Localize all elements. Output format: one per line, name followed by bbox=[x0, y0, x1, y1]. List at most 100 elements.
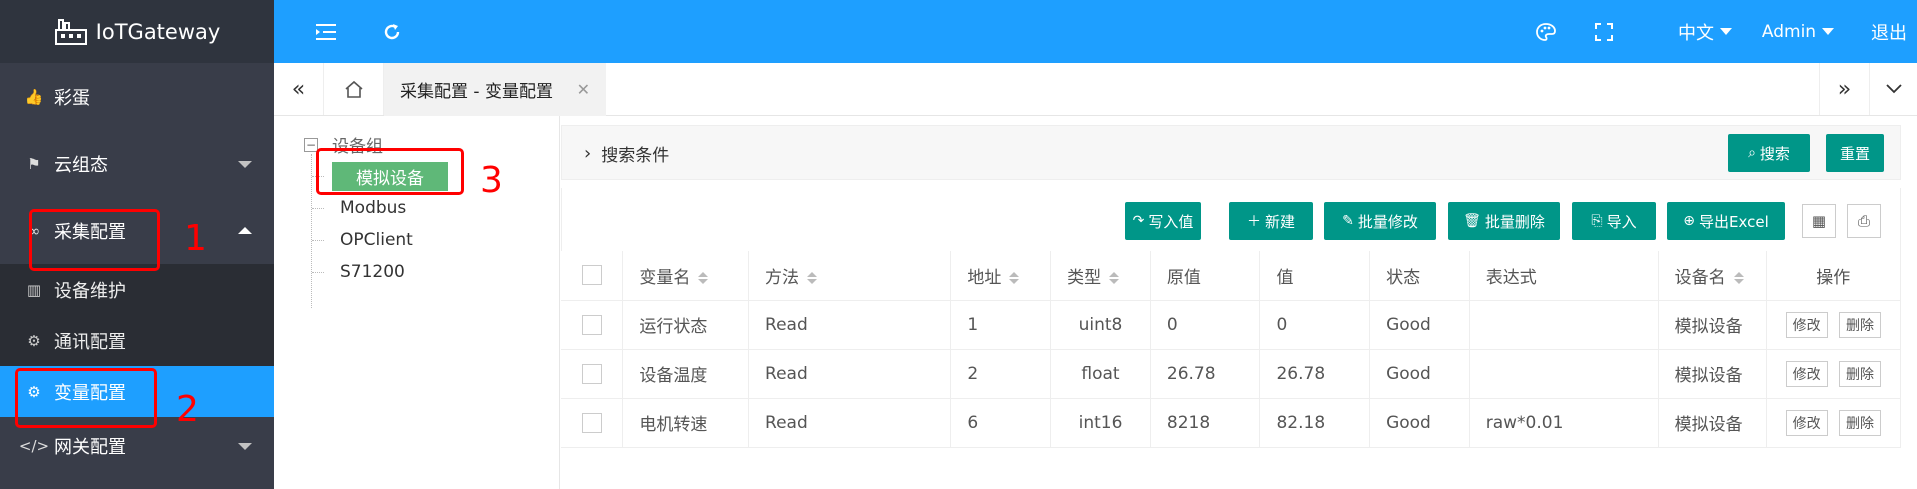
tabs-scroll-left-button[interactable]: « bbox=[274, 63, 324, 115]
theme-button[interactable] bbox=[1528, 0, 1564, 63]
table-row: 设备温度 Read 2 float 26.78 26.78 Good 模拟设备 … bbox=[561, 349, 1902, 399]
tree-node-opclient[interactable]: OPClient bbox=[312, 226, 413, 254]
column-header[interactable]: 变量名 bbox=[622, 251, 750, 301]
tab-label: 采集配置 - 变量配置 bbox=[400, 82, 553, 102]
table-cell: 82.18 bbox=[1259, 398, 1371, 448]
tree-node-modbus[interactable]: Modbus bbox=[312, 194, 406, 222]
sidebar-item-comm-config[interactable]: ⚙ 通讯配置 bbox=[0, 315, 274, 366]
tree-node-s71200[interactable]: S71200 bbox=[312, 258, 405, 286]
table-cell: 26.78 bbox=[1150, 349, 1261, 399]
table-cell: 模拟设备 bbox=[1658, 398, 1767, 448]
row-actions: 修改 删除 bbox=[1766, 349, 1902, 399]
sort-icon[interactable] bbox=[698, 271, 709, 284]
server-icon: ▥ bbox=[26, 280, 42, 299]
fullscreen-icon bbox=[1595, 22, 1613, 41]
sidebar-item-easter-egg[interactable]: 👍 彩蛋 bbox=[0, 63, 274, 130]
column-header: 操作 bbox=[1766, 251, 1902, 301]
search-button[interactable]: ⌕ 搜索 bbox=[1728, 134, 1810, 172]
tabs-menu-button[interactable] bbox=[1869, 63, 1917, 115]
row-checkbox[interactable] bbox=[581, 363, 602, 384]
row-select-cell[interactable] bbox=[561, 300, 624, 350]
tab-variable-config[interactable]: 采集配置 - 变量配置 ✕ bbox=[384, 63, 606, 116]
table-cell: float bbox=[1050, 349, 1151, 399]
tree-node-label: OPClient bbox=[340, 230, 413, 250]
row-checkbox[interactable] bbox=[581, 412, 602, 433]
edit-button[interactable]: 修改 bbox=[1785, 360, 1828, 387]
sidebar-item-device-maintenance[interactable]: ▥ 设备维护 bbox=[0, 264, 274, 315]
delete-button[interactable]: 删除 bbox=[1839, 311, 1881, 338]
sort-icon[interactable] bbox=[1109, 271, 1120, 284]
column-header-label: 表达式 bbox=[1485, 267, 1537, 288]
app-logo[interactable]: IoTGateway bbox=[0, 0, 274, 63]
batch-edit-label: 批量修改 bbox=[1357, 212, 1418, 231]
user-name: Admin bbox=[1761, 21, 1817, 42]
write-value-button[interactable]: ↷ 写入值 bbox=[1125, 202, 1201, 240]
tree-branch bbox=[312, 239, 324, 241]
delete-button[interactable]: 删除 bbox=[1839, 409, 1881, 436]
user-menu[interactable]: Admin bbox=[1754, 0, 1842, 63]
table-header-row: 变量名 方法 地址 类型 原值 值 状态 表达式 设备名 操作 bbox=[561, 251, 1902, 301]
column-header[interactable]: 方法 bbox=[748, 251, 952, 301]
export-excel-button[interactable]: ⊕ 导出Excel bbox=[1667, 202, 1785, 240]
batch-delete-button[interactable]: 🗑 批量删除 bbox=[1448, 202, 1560, 240]
tabs-scroll-right-button[interactable]: » bbox=[1819, 63, 1869, 115]
menu-toggle-button[interactable] bbox=[308, 0, 344, 63]
table-cell: Good bbox=[1369, 349, 1470, 399]
menu-indent-icon bbox=[316, 23, 336, 40]
import-label: 导入 bbox=[1606, 212, 1637, 231]
table-cell: 8218 bbox=[1150, 398, 1261, 448]
tree-node-label: S71200 bbox=[340, 262, 405, 282]
table-cell: 电机转速 bbox=[622, 398, 750, 448]
select-all-checkbox[interactable] bbox=[581, 265, 602, 286]
sort-icon[interactable] bbox=[1733, 271, 1744, 284]
column-header[interactable]: 设备名 bbox=[1658, 251, 1767, 301]
refresh-button[interactable] bbox=[374, 0, 410, 63]
sort-icon[interactable] bbox=[807, 271, 818, 284]
batch-edit-button[interactable]: ✎ 批量修改 bbox=[1324, 202, 1436, 240]
search-toggle[interactable]: › 搜索条件 bbox=[584, 126, 669, 181]
print-button[interactable]: ⎙ bbox=[1847, 204, 1881, 238]
language-select[interactable]: 中文 bbox=[1670, 0, 1740, 63]
chevron-up-icon bbox=[238, 226, 252, 234]
chevron-right-icon: › bbox=[584, 143, 592, 164]
app-root: IoTGateway 👍 彩蛋 ⚑ 云组态 ∞ 采集配置 ▥ 设备维护 ⚙ 通讯… bbox=[0, 0, 1917, 489]
sidebar-item-cloud-config[interactable]: ⚑ 云组态 bbox=[0, 130, 274, 197]
table-cell: 0 bbox=[1259, 300, 1371, 350]
close-icon[interactable]: ✕ bbox=[577, 80, 590, 99]
column-header[interactable]: 类型 bbox=[1050, 251, 1151, 301]
download-circle-icon: ⊕ bbox=[1683, 213, 1695, 229]
batch-delete-label: 批量删除 bbox=[1484, 212, 1545, 231]
fullscreen-button[interactable] bbox=[1586, 0, 1622, 63]
table-cell: 1 bbox=[950, 300, 1052, 350]
reset-button[interactable]: 重置 bbox=[1826, 134, 1884, 172]
language-label: 中文 bbox=[1678, 22, 1714, 44]
delete-button[interactable]: 删除 bbox=[1839, 360, 1881, 387]
column-header-label: 变量名 bbox=[639, 267, 691, 288]
variable-table: 变量名 方法 地址 类型 原值 值 状态 表达式 设备名 操作 运行状态 Rea… bbox=[561, 251, 1902, 448]
main-content: › 搜索条件 ⌕ 搜索 重置 ↷ 写入值 ＋ 新建 ✎ 批量修改 🗑 批量删除 … bbox=[561, 116, 1917, 489]
tabs-bar: « 采集配置 - 变量配置 ✕ » bbox=[274, 63, 1917, 116]
search-button-label: 搜索 bbox=[1759, 144, 1790, 163]
table-row: 运行状态 Read 1 uint8 0 0 Good 模拟设备 修改 删除 bbox=[561, 300, 1902, 350]
home-tab[interactable] bbox=[324, 63, 384, 115]
row-select-cell[interactable] bbox=[561, 398, 624, 448]
select-all-cell[interactable] bbox=[561, 251, 624, 301]
edit-button[interactable]: 修改 bbox=[1785, 311, 1828, 338]
import-button[interactable]: ⎘ 导入 bbox=[1572, 202, 1656, 240]
edit-button[interactable]: 修改 bbox=[1785, 409, 1828, 436]
annotation-number-3: 3 bbox=[480, 160, 503, 201]
table-cell: 26.78 bbox=[1259, 349, 1371, 399]
table-cell: raw*0.01 bbox=[1469, 398, 1659, 448]
column-header[interactable]: 地址 bbox=[950, 251, 1052, 301]
table-cell: 设备温度 bbox=[622, 349, 750, 399]
column-toggle-button[interactable]: ▦ bbox=[1802, 204, 1836, 238]
sort-icon[interactable] bbox=[1009, 271, 1020, 284]
new-button[interactable]: ＋ 新建 bbox=[1229, 202, 1313, 240]
row-select-cell[interactable] bbox=[561, 349, 624, 399]
column-header-label: 操作 bbox=[1816, 267, 1851, 288]
row-checkbox[interactable] bbox=[581, 314, 602, 335]
table-cell: 模拟设备 bbox=[1658, 349, 1767, 399]
table-cell: 运行状态 bbox=[622, 300, 750, 350]
logout-button[interactable]: 退出 bbox=[1868, 0, 1910, 63]
search-panel: › 搜索条件 ⌕ 搜索 重置 bbox=[561, 125, 1901, 180]
